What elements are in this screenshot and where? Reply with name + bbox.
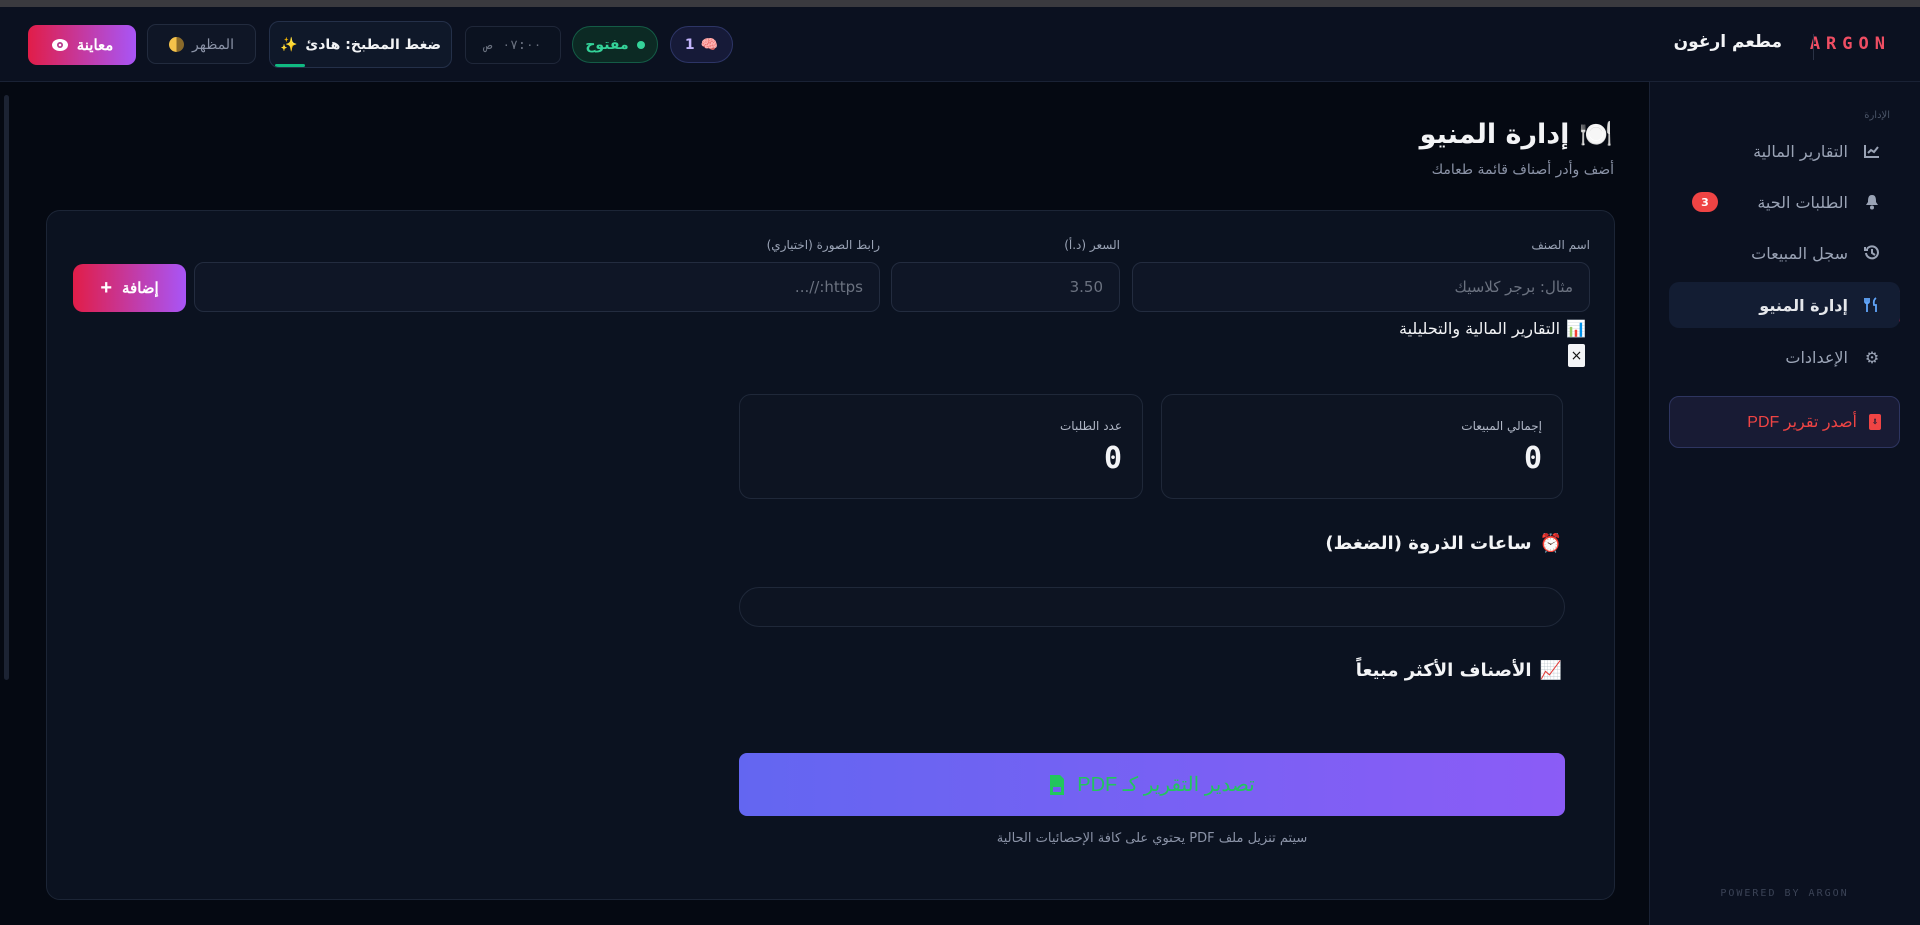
sidebar-item-label: الإعدادات bbox=[1785, 347, 1848, 367]
restaurant-name: مطعم ارغون bbox=[1673, 32, 1782, 52]
total-sales-value: 0 bbox=[1523, 441, 1542, 476]
main-scrollbar[interactable] bbox=[4, 95, 9, 680]
top-items-heading: 📈 الأصناف الأكثر مبيعاً bbox=[1356, 660, 1562, 681]
preview-label: معاينة bbox=[76, 37, 114, 54]
brain-icon: 🧠 bbox=[700, 36, 719, 53]
preview-button[interactable]: معاينة bbox=[28, 25, 136, 65]
pdf-file-icon: ⇩ bbox=[1869, 414, 1881, 430]
open-status-pill[interactable]: مفتوح bbox=[572, 26, 658, 63]
active-count: 1 bbox=[684, 36, 695, 53]
sidebar-item-sales-log[interactable]: سجل المبيعات bbox=[1669, 230, 1900, 276]
export-report-pdf-button[interactable]: تصدير التقرير كـ PDF bbox=[739, 753, 1565, 816]
kitchen-pressure-bar bbox=[275, 64, 305, 67]
sidebar-item-menu-management[interactable]: إدارة المنيو bbox=[1669, 282, 1900, 328]
clock-pill: ٠٧:٠٠ ص bbox=[465, 26, 561, 64]
sidebar-item-settings[interactable]: ⚙ الإعدادات bbox=[1669, 334, 1900, 380]
price-input[interactable] bbox=[891, 262, 1120, 312]
status-dot-icon bbox=[636, 40, 645, 49]
sidebar-item-label: الطلبات الحية bbox=[1757, 192, 1848, 212]
brand-separator bbox=[1813, 34, 1814, 60]
bar-chart-icon: 📊 bbox=[1566, 319, 1586, 338]
brand-logo: ARGON bbox=[1809, 34, 1891, 54]
peak-hours-heading: ⏰ ساعات الذروة (الضغط) bbox=[1325, 533, 1562, 554]
export-report-label: تصدير التقرير كـ PDF bbox=[1077, 774, 1255, 796]
image-url-label: رابط الصورة (اختياري) bbox=[766, 238, 880, 252]
powered-by: POWERED BY ARGON bbox=[1720, 888, 1849, 899]
export-pdf-label: أصدر تقرير PDF bbox=[1747, 414, 1857, 431]
export-note: سيتم تنزيل ملف PDF يحتوي على كافة الإحصا… bbox=[996, 831, 1308, 846]
gear-icon: ⚙ bbox=[1864, 347, 1880, 367]
sidebar-item-label: التقارير المالية bbox=[1753, 141, 1848, 161]
price-label: السعر (د.أ) bbox=[1064, 238, 1120, 252]
close-report-button[interactable]: × bbox=[1568, 344, 1585, 367]
kitchen-pressure-pill[interactable]: ضغط المطبخ: هادئ ✨ bbox=[269, 21, 452, 68]
financial-report-title-text: التقارير المالية والتحليلية bbox=[1399, 319, 1561, 338]
add-button-label: إضافة bbox=[122, 280, 159, 297]
kitchen-pressure-label: ضغط المطبخ: هادئ bbox=[305, 36, 442, 53]
bell-icon bbox=[1862, 194, 1882, 210]
peak-hours-chart bbox=[739, 587, 1565, 627]
sparkles-icon: ✨ bbox=[279, 36, 298, 53]
page-subtitle: أضف وأدر أصناف قائمة طعامك bbox=[1431, 162, 1614, 178]
history-icon bbox=[1862, 245, 1882, 261]
sidebar-item-financial-reports[interactable]: التقارير المالية bbox=[1669, 128, 1900, 174]
sidebar-item-label: سجل المبيعات bbox=[1751, 243, 1848, 263]
page-title-text: إدارة المنيو bbox=[1419, 118, 1570, 150]
sidebar: الإدارة التقارير المالية الطلبات الحية 3… bbox=[1649, 82, 1920, 925]
clock-suffix: ص bbox=[484, 37, 493, 53]
menu-management-card: اسم الصنف السعر (د.أ) رابط الصورة (اختيا… bbox=[46, 210, 1615, 900]
item-name-label: اسم الصنف bbox=[1531, 238, 1590, 252]
page-title: 🍽️ إدارة المنيو bbox=[1419, 118, 1613, 151]
peak-hours-title: ساعات الذروة (الضغط) bbox=[1325, 533, 1532, 554]
add-item-button[interactable]: إضافة + bbox=[73, 264, 186, 312]
total-sales-card: إجمالي المبيعات 0 bbox=[1161, 394, 1563, 499]
financial-report-title: 📊 التقارير المالية والتحليلية bbox=[1399, 319, 1586, 338]
export-pdf-sidebar-button[interactable]: ⇩ أصدر تقرير PDF bbox=[1669, 396, 1900, 448]
alarm-clock-icon: ⏰ bbox=[1539, 533, 1562, 554]
chart-line-icon bbox=[1862, 144, 1882, 158]
pdf-document-icon bbox=[1050, 774, 1065, 795]
top-header: ARGON مطعم ارغون 🧠 1 مفتوح ٠٧:٠٠ ص ضغط ا… bbox=[0, 7, 1920, 82]
total-sales-label: إجمالي المبيعات bbox=[1461, 419, 1542, 433]
plus-icon: + bbox=[100, 276, 112, 299]
orders-count-value: 0 bbox=[1103, 441, 1122, 476]
active-count-pill[interactable]: 🧠 1 bbox=[670, 26, 733, 63]
status-label: مفتوح bbox=[585, 36, 629, 53]
eye-icon bbox=[51, 39, 68, 51]
item-name-input[interactable] bbox=[1132, 262, 1590, 312]
window-top-line bbox=[0, 0, 1920, 7]
image-url-input[interactable] bbox=[194, 262, 880, 312]
sidebar-item-label: إدارة المنيو bbox=[1759, 295, 1848, 315]
top-items-title: الأصناف الأكثر مبيعاً bbox=[1355, 660, 1532, 681]
theme-toggle-button[interactable]: المظهر bbox=[147, 24, 256, 64]
half-moon-icon bbox=[169, 36, 185, 52]
sidebar-item-live-orders[interactable]: الطلبات الحية 3 bbox=[1669, 179, 1900, 225]
live-orders-badge: 3 bbox=[1692, 192, 1718, 212]
utensils-icon bbox=[1862, 297, 1882, 313]
trending-chart-icon: 📈 bbox=[1539, 660, 1562, 681]
theme-label: المظهر bbox=[192, 35, 234, 52]
orders-count-card: عدد الطلبات 0 bbox=[739, 394, 1143, 499]
clock-time: ٠٧:٠٠ bbox=[502, 37, 542, 53]
orders-count-label: عدد الطلبات bbox=[1060, 419, 1122, 433]
plate-utensils-icon: 🍽️ bbox=[1579, 119, 1613, 150]
sidebar-section-label: الإدارة bbox=[1864, 110, 1890, 121]
